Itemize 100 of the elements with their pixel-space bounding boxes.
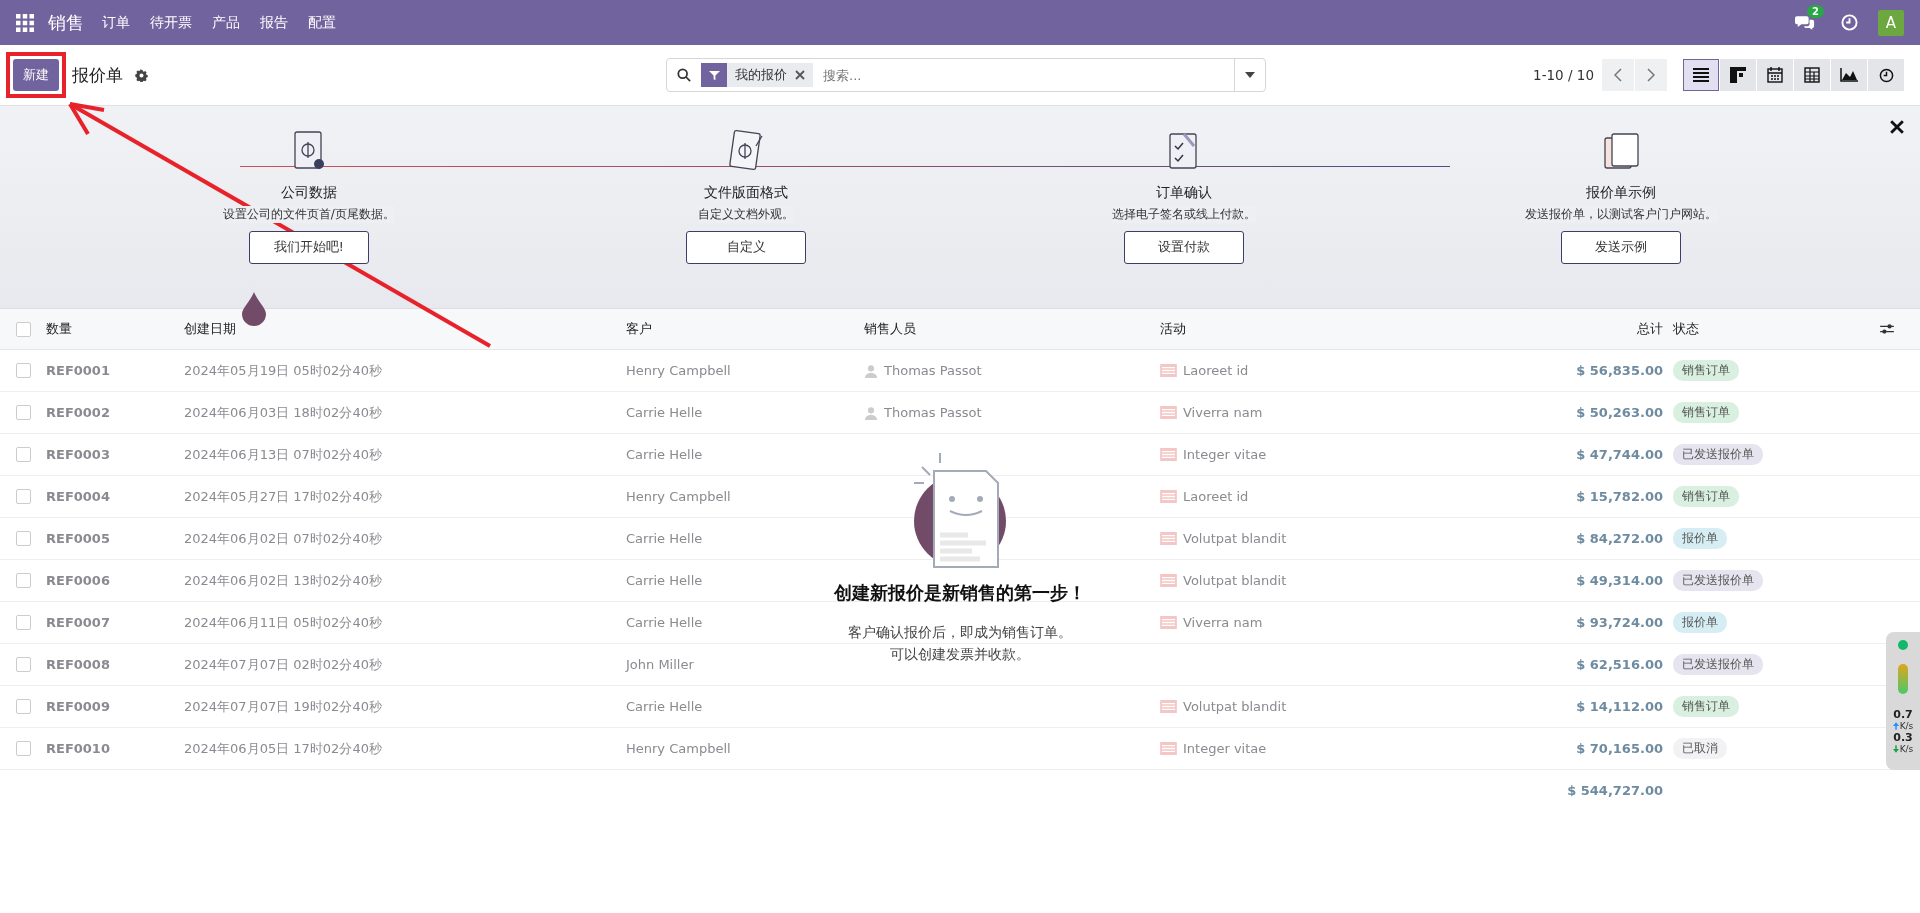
message-count-badge: 2	[1807, 5, 1824, 18]
table-cell-text: 2024年06月13日 07时02分40秒	[184, 445, 383, 464]
activity-name: Volutpat blandit	[1183, 573, 1287, 588]
step-title: 订单确认	[1155, 184, 1212, 202]
select-all-checkbox[interactable]	[16, 321, 31, 337]
area-chart-icon	[1840, 68, 1858, 82]
activity-name: Laoreet id	[1183, 489, 1249, 504]
settings-icon[interactable]	[135, 68, 148, 82]
column-header[interactable]: 活动	[1160, 320, 1460, 338]
app-name[interactable]: 销售	[48, 10, 84, 35]
tour-tip-drop-icon	[242, 292, 266, 326]
column-header[interactable]: 创建日期	[184, 320, 626, 338]
activity-name: Laoreet id	[1183, 363, 1249, 378]
activity-icon	[1160, 532, 1177, 545]
step-title: 文件版面格式	[704, 184, 789, 202]
table-cell-text: REF0003	[46, 447, 111, 462]
activity-icon	[1160, 574, 1177, 587]
row-checkbox[interactable]	[16, 741, 31, 756]
table-cell-text: REF0009	[46, 699, 111, 714]
table-cell-text: Carrie Helle	[626, 531, 704, 546]
table-cell-text: 2024年07月07日 02时02分40秒	[184, 655, 383, 674]
status-tag: 已取消	[1673, 738, 1727, 759]
column-header[interactable]: 数量	[46, 320, 184, 338]
row-checkbox[interactable]	[16, 657, 31, 672]
activity-icon	[1160, 490, 1177, 503]
step-button[interactable]: 我们开始吧!	[248, 231, 369, 264]
view-switch-button[interactable]	[1757, 59, 1793, 91]
sliders-icon[interactable]	[1880, 323, 1894, 335]
chevron-right-icon	[1647, 68, 1655, 82]
row-checkbox[interactable]	[16, 405, 31, 420]
status-dot-icon	[1898, 640, 1908, 650]
status-tag: 已发送报价单	[1673, 654, 1763, 675]
status-tag: 销售订单	[1673, 696, 1739, 717]
menu-item[interactable]: 产品	[212, 13, 240, 32]
chat-icon[interactable]	[1795, 14, 1815, 31]
row-checkbox[interactable]	[16, 615, 31, 630]
activity-name: Viverra nam	[1183, 615, 1263, 630]
filter-icon	[708, 69, 720, 81]
table-cell-text: Carrie Helle	[626, 699, 704, 714]
table-cell-text: John Miller	[626, 657, 695, 672]
table-cell-text: Carrie Helle	[626, 405, 704, 420]
row-checkbox[interactable]	[16, 699, 31, 714]
step-button[interactable]: 发送示例	[1561, 231, 1682, 264]
row-checkbox[interactable]	[16, 363, 31, 378]
menu-item[interactable]: 待开票	[150, 13, 192, 32]
table-cell-text: Henry Campbell	[626, 741, 732, 756]
empty-state-text: 可以创建发票并收款。	[890, 645, 1030, 664]
step-title: 报价单示例	[1586, 184, 1657, 202]
row-checkbox[interactable]	[16, 531, 31, 546]
clock-icon[interactable]	[1841, 14, 1858, 31]
table-cell-text: $ 56,835.00	[1575, 363, 1663, 378]
table-cell-text: Carrie Helle	[626, 573, 704, 588]
activity-icon	[1160, 406, 1177, 419]
activity-name: Volutpat blandit	[1183, 531, 1287, 546]
menu-item[interactable]: 配置	[308, 13, 336, 32]
close-icon[interactable]	[1890, 120, 1904, 134]
row-checkbox[interactable]	[16, 573, 31, 588]
step-button[interactable]: 自定义	[686, 231, 807, 264]
menu-item[interactable]: 报告	[260, 13, 288, 32]
app-grid-icon[interactable]	[16, 13, 34, 32]
table-cell-text: 2024年06月02日 07时02分40秒	[184, 529, 383, 548]
status-tag: 销售订单	[1673, 402, 1739, 423]
view-switch-button[interactable]	[1868, 59, 1904, 91]
step-title: 公司数据	[280, 184, 337, 202]
view-switch-button[interactable]	[1720, 59, 1756, 91]
row-checkbox[interactable]	[16, 489, 31, 504]
status-tag: 销售订单	[1673, 360, 1739, 381]
column-header[interactable]: 销售人员	[864, 320, 1160, 338]
search-icon	[677, 68, 691, 82]
activity-icon	[1160, 742, 1177, 755]
new-button[interactable]: 新建	[13, 59, 59, 91]
column-header[interactable]: 状态	[1663, 320, 1880, 338]
row-checkbox[interactable]	[16, 447, 31, 462]
view-switch-button[interactable]	[1831, 59, 1867, 91]
view-switch-button[interactable]	[1683, 59, 1719, 91]
close-icon[interactable]	[795, 70, 805, 80]
speed-unit: K/s	[1899, 721, 1914, 731]
activity-icon	[1160, 364, 1177, 377]
download-speed: 0.3	[1893, 731, 1913, 744]
activity-name: Volutpat blandit	[1183, 699, 1287, 714]
view-switch-button[interactable]	[1794, 59, 1830, 91]
table-cell-text: REF0007	[46, 615, 111, 630]
table-cell-text: 2024年06月11日 05时02分40秒	[184, 613, 383, 632]
table-cell-text: 2024年05月19日 05时02分40秒	[184, 361, 383, 380]
table-cell-text: REF0010	[46, 741, 111, 756]
activity-icon	[1160, 700, 1177, 713]
person-icon	[864, 405, 878, 420]
table-cell-text: 2024年05月27日 17时02分40秒	[184, 487, 383, 506]
person-icon	[864, 363, 878, 378]
menu-item[interactable]: 订单	[102, 13, 130, 32]
table-cell-text: Henry Campbell	[626, 363, 732, 378]
table-cell-text: $ 93,724.00	[1575, 615, 1663, 630]
search-field[interactable]: 我的报价 搜索...	[666, 58, 1266, 92]
column-header[interactable]: 总计	[1460, 320, 1663, 338]
down-arrow-icon	[1892, 745, 1899, 753]
facet-label: 我的报价	[734, 66, 788, 84]
activity-icon	[1160, 448, 1177, 461]
step-button[interactable]: 设置付款	[1123, 231, 1244, 264]
column-header[interactable]: 客户	[626, 320, 864, 338]
speed-unit: K/s	[1899, 744, 1914, 754]
